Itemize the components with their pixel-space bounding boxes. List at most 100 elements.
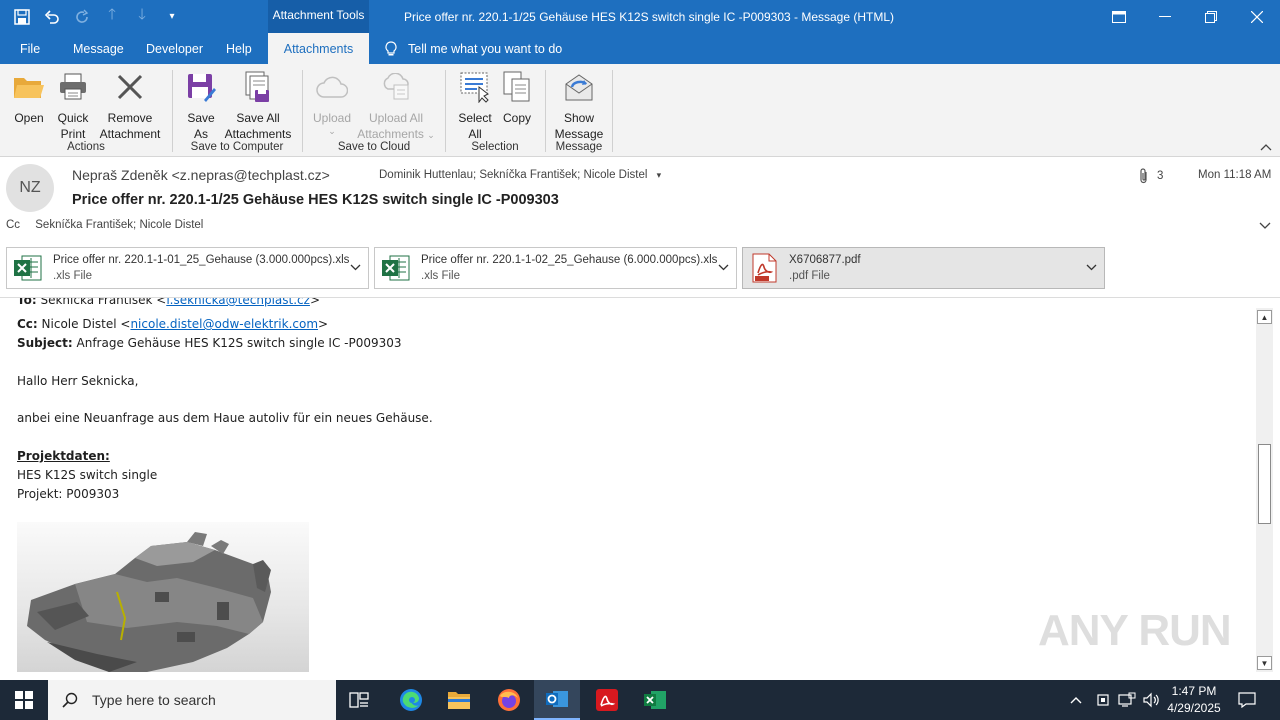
- message-subject: Price offer nr. 220.1-1/25 Gehäuse HES K…: [72, 192, 559, 208]
- tell-me-text: Tell me what you want to do: [408, 41, 563, 56]
- show-message-button[interactable]: Show Message: [554, 70, 604, 142]
- body-intro: anbei eine Neuanfrage aus dem Haue autol…: [17, 411, 433, 425]
- outlook-icon[interactable]: [534, 680, 580, 720]
- ribbon-display-options-icon[interactable]: [1096, 0, 1142, 33]
- expand-header-icon[interactable]: [1259, 219, 1271, 233]
- excel-taskbar-icon[interactable]: [632, 680, 678, 720]
- avatar[interactable]: NZ: [6, 164, 54, 212]
- cloud-upload-all-icon: [378, 70, 414, 104]
- minimize-icon[interactable]: [1142, 0, 1188, 33]
- to-email-link[interactable]: f.seknicka@techplast.cz: [166, 298, 310, 307]
- housing-3d-image: [17, 522, 309, 672]
- upload-all-attachments-button[interactable]: Upload All Attachments ⌄: [354, 70, 438, 143]
- volume-icon[interactable]: [1142, 680, 1160, 720]
- upload-button[interactable]: Upload ⌄: [310, 70, 354, 136]
- group-label-selection: Selection: [471, 141, 519, 153]
- save-icon[interactable]: [10, 5, 34, 29]
- tab-developer[interactable]: Developer: [146, 33, 203, 64]
- edge-icon[interactable]: [388, 680, 434, 720]
- show-hidden-icons-icon[interactable]: [1070, 680, 1082, 720]
- collapse-ribbon-icon[interactable]: [1260, 142, 1272, 154]
- tab-help[interactable]: Help: [226, 33, 252, 64]
- taskbar-clock[interactable]: 1:47 PM 4/29/2025: [1162, 683, 1226, 717]
- message-header: NZ Nepraš Zdeněk <z.nepras@techplast.cz>…: [0, 157, 1280, 247]
- printer-icon: [55, 70, 91, 104]
- recipients[interactable]: Dominik Huttenlau; Sekníčka František; N…: [379, 169, 661, 181]
- task-view-icon[interactable]: [336, 680, 382, 720]
- open-button[interactable]: Open: [10, 70, 48, 126]
- body-project-line: HES K12S switch single: [17, 468, 158, 482]
- copy-icon: [499, 70, 535, 104]
- search-icon: [62, 692, 78, 708]
- down-arrow-icon[interactable]: 🡓: [130, 5, 154, 29]
- excel-icon: [381, 253, 411, 283]
- remove-x-icon: [112, 70, 148, 104]
- attachment-item-selected[interactable]: X6706877.pdf .pdf File: [742, 247, 1105, 289]
- group-label-actions: Actions: [67, 141, 105, 153]
- chevron-down-icon[interactable]: [718, 260, 729, 274]
- context-tab-attachment-tools: Attachment Tools: [268, 0, 369, 33]
- window-title: Price offer nr. 220.1-1/25 Gehäuse HES K…: [404, 10, 895, 24]
- save-as-icon: [183, 70, 219, 104]
- search-placeholder: Type here to search: [92, 692, 216, 708]
- tab-attachments[interactable]: Attachments: [268, 33, 369, 64]
- file-explorer-icon[interactable]: [436, 680, 482, 720]
- scroll-down-icon[interactable]: ▼: [1257, 656, 1272, 670]
- body-to-line: To: Sekníčka František <f.seknicka@techp…: [17, 298, 320, 307]
- chevron-down-icon: ▾: [656, 170, 662, 180]
- title-bar: 🡑 🡓 ▾ Attachment Tools Price offer nr. 2…: [0, 0, 1280, 33]
- restore-icon[interactable]: [1188, 0, 1234, 33]
- attachment-count: 3: [1139, 168, 1163, 184]
- tab-message[interactable]: Message: [73, 33, 124, 64]
- taskbar: Type here to search 1:47 PM 4/29/2025: [0, 680, 1280, 720]
- group-label-message: Message: [555, 141, 603, 153]
- acrobat-icon[interactable]: [584, 680, 630, 720]
- select-all-button[interactable]: Select All: [456, 70, 494, 142]
- paperclip-icon: [1140, 168, 1147, 184]
- taskbar-search-box[interactable]: Type here to search: [48, 680, 336, 720]
- group-label-save-to-computer: Save to Computer: [190, 141, 284, 153]
- sender[interactable]: Nepraš Zdeněk <z.nepras@techplast.cz>: [72, 167, 330, 183]
- windows-start-icon[interactable]: [0, 680, 48, 720]
- group-separator: [172, 70, 173, 152]
- scroll-up-icon[interactable]: ▲: [1257, 310, 1272, 324]
- tab-file[interactable]: File: [20, 33, 40, 64]
- body-project-line: Projekt: P009303: [17, 487, 120, 501]
- ribbon: Open Quick Print Remove Attachment Actio…: [0, 64, 1280, 157]
- group-separator: [445, 70, 446, 152]
- quick-print-button[interactable]: Quick Print: [52, 70, 94, 142]
- group-label-save-to-cloud: Save to Cloud: [337, 141, 411, 153]
- close-icon[interactable]: [1234, 0, 1280, 33]
- scroll-thumb[interactable]: [1258, 444, 1271, 524]
- select-all-icon: [457, 70, 493, 104]
- cc-email-link[interactable]: nicole.distel@odw-elektrik.com: [130, 317, 318, 331]
- firefox-icon[interactable]: [486, 680, 532, 720]
- attachment-name: Price offer nr. 220.1-1-02_25_Gehause (6…: [421, 254, 718, 266]
- chevron-down-icon[interactable]: [1086, 260, 1097, 274]
- save-as-button[interactable]: Save As: [181, 70, 221, 142]
- vertical-scrollbar[interactable]: ▲ ▼: [1256, 308, 1273, 672]
- group-separator: [302, 70, 303, 152]
- network-icon[interactable]: [1118, 680, 1136, 720]
- customize-qat-icon[interactable]: ▾: [160, 5, 184, 29]
- attachment-item[interactable]: Price offer nr. 220.1-1-01_25_Gehause (3…: [6, 247, 369, 289]
- dropdown-arrow-icon: ⌄: [328, 126, 336, 136]
- up-arrow-icon[interactable]: 🡑: [100, 5, 124, 29]
- device-icon[interactable]: [1095, 680, 1111, 720]
- copy-button[interactable]: Copy: [500, 70, 534, 126]
- attachment-type: .xls File: [53, 270, 92, 282]
- attachment-item[interactable]: Price offer nr. 220.1-1-02_25_Gehause (6…: [374, 247, 737, 289]
- chevron-down-icon[interactable]: [350, 260, 361, 274]
- attachment-name: X6706877.pdf: [789, 254, 861, 266]
- folder-open-icon: [11, 70, 47, 104]
- notifications-icon[interactable]: [1238, 680, 1256, 720]
- attachment-type: .xls File: [421, 270, 460, 282]
- show-message-icon: [561, 70, 597, 104]
- undo-icon[interactable]: [40, 5, 64, 29]
- attachment-type: .pdf File: [789, 270, 830, 282]
- body-greeting: Hallo Herr Seknicka,: [17, 374, 139, 388]
- tell-me-box[interactable]: Tell me what you want to do: [384, 33, 562, 64]
- remove-attachment-button[interactable]: Remove Attachment: [96, 70, 164, 142]
- redo-icon[interactable]: [70, 5, 94, 29]
- save-all-attachments-button[interactable]: Save All Attachments: [222, 70, 294, 142]
